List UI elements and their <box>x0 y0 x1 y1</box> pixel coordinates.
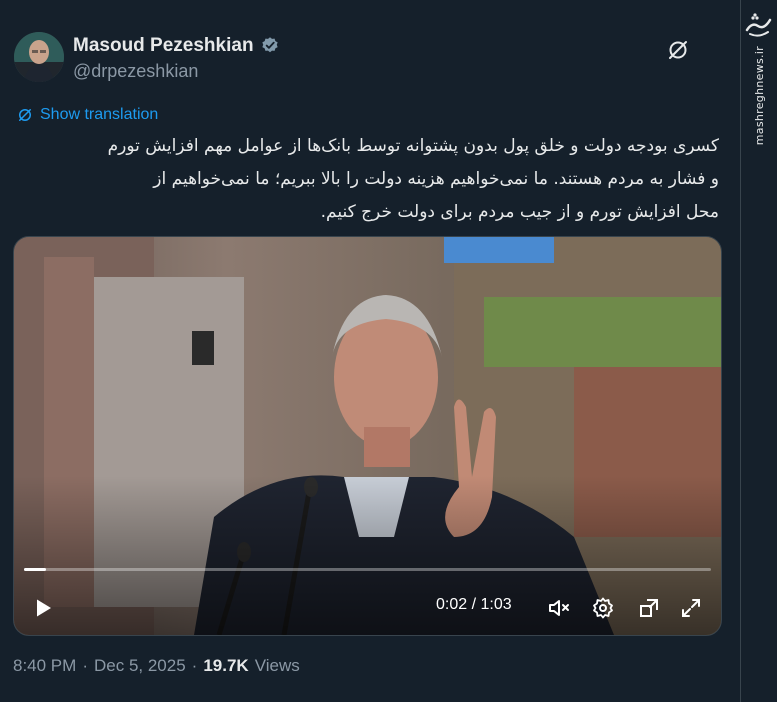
video-progress-fill <box>24 568 46 571</box>
tweet-text: کسری بودجه دولت و خلق پول بدون پشتوانه ت… <box>14 130 719 229</box>
author-name[interactable]: Masoud Pezeshkian <box>73 35 280 57</box>
grok-icon[interactable] <box>666 38 690 62</box>
views-count: 19.7K <box>203 656 249 675</box>
verified-badge-icon <box>261 37 278 53</box>
tweet-text-line: و فشار به مردم هستند. ما نمی‌خواهیم هزین… <box>153 169 719 189</box>
video-controls: 0:02 / 1:03 <box>14 237 721 635</box>
show-translation-label: Show translation <box>40 106 159 123</box>
video-progress-bar[interactable] <box>24 568 711 571</box>
tweet-time[interactable]: 8:40 PM <box>13 656 76 676</box>
video-player[interactable]: 0:02 / 1:03 <box>13 236 722 636</box>
settings-icon[interactable] <box>591 596 615 620</box>
tweet-meta: 8:40 PM · Dec 5, 2025 · 19.7K Views <box>13 656 300 676</box>
pip-icon[interactable] <box>637 596 661 620</box>
translate-icon <box>19 109 31 121</box>
mashregh-logo <box>745 13 772 37</box>
meta-dot: · <box>191 656 198 675</box>
author-handle[interactable]: @drpezeshkian <box>73 61 198 82</box>
watermark: mashreghnews.ir <box>741 0 777 160</box>
video-current-time: 0:02 <box>436 596 468 613</box>
avatar-image <box>14 32 64 82</box>
video-time-separator: / <box>471 596 477 613</box>
mute-icon[interactable] <box>547 596 571 620</box>
tweet-text-line: کسری بودجه دولت و خلق پول بدون پشتوانه ت… <box>107 136 719 156</box>
views-label: Views <box>254 656 300 675</box>
play-icon[interactable] <box>31 596 55 620</box>
tweet-date[interactable]: Dec 5, 2025 <box>94 656 186 676</box>
show-translation-link[interactable]: Show translation <box>16 106 158 124</box>
watermark-text: mashreghnews.ir <box>752 46 766 146</box>
fullscreen-icon[interactable] <box>679 596 703 620</box>
tweet-header: Masoud Pezeshkian @drpezeshkian <box>14 32 714 86</box>
video-time: 0:02 / 1:03 <box>436 596 512 614</box>
meta-dot: · <box>82 656 88 675</box>
author-name-text: Masoud Pezeshkian <box>73 35 254 56</box>
tweet-text-line: محل افزایش تورم و از جیب مردم برای دولت … <box>320 202 719 222</box>
avatar[interactable] <box>14 32 64 82</box>
video-duration: 1:03 <box>480 596 512 613</box>
